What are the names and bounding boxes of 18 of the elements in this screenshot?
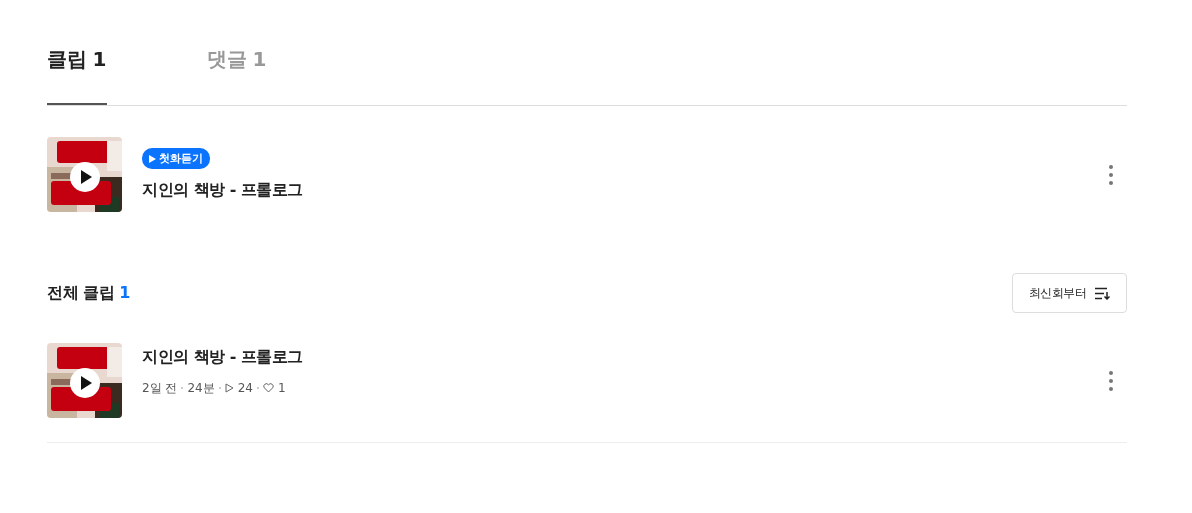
more-icon[interactable] — [1109, 370, 1113, 391]
play-icon[interactable] — [70, 368, 100, 398]
play-icon — [149, 154, 156, 163]
tab[interactable]: 클립 1 — [47, 40, 107, 105]
section-title: 전체 클립 1 — [47, 282, 130, 304]
play-count: 24 — [237, 381, 253, 395]
heart-icon — [263, 383, 274, 393]
clip-title[interactable]: 지인의 책방 - 프롤로그 — [142, 180, 303, 201]
first-episode-badge[interactable]: 첫화듣기 — [142, 148, 210, 169]
play-icon[interactable] — [70, 162, 100, 192]
sort-button[interactable]: 최신회부터 — [1011, 273, 1127, 313]
date-text: 2일 전 — [142, 379, 178, 397]
duration-text: 24분 — [187, 379, 215, 397]
more-icon[interactable] — [1109, 164, 1113, 185]
clip-title[interactable]: 지인의 책방 - 프롤로그 — [142, 346, 303, 368]
sort-icon — [1094, 286, 1110, 300]
like-count: 1 — [278, 381, 286, 395]
play-count-icon — [224, 383, 234, 393]
